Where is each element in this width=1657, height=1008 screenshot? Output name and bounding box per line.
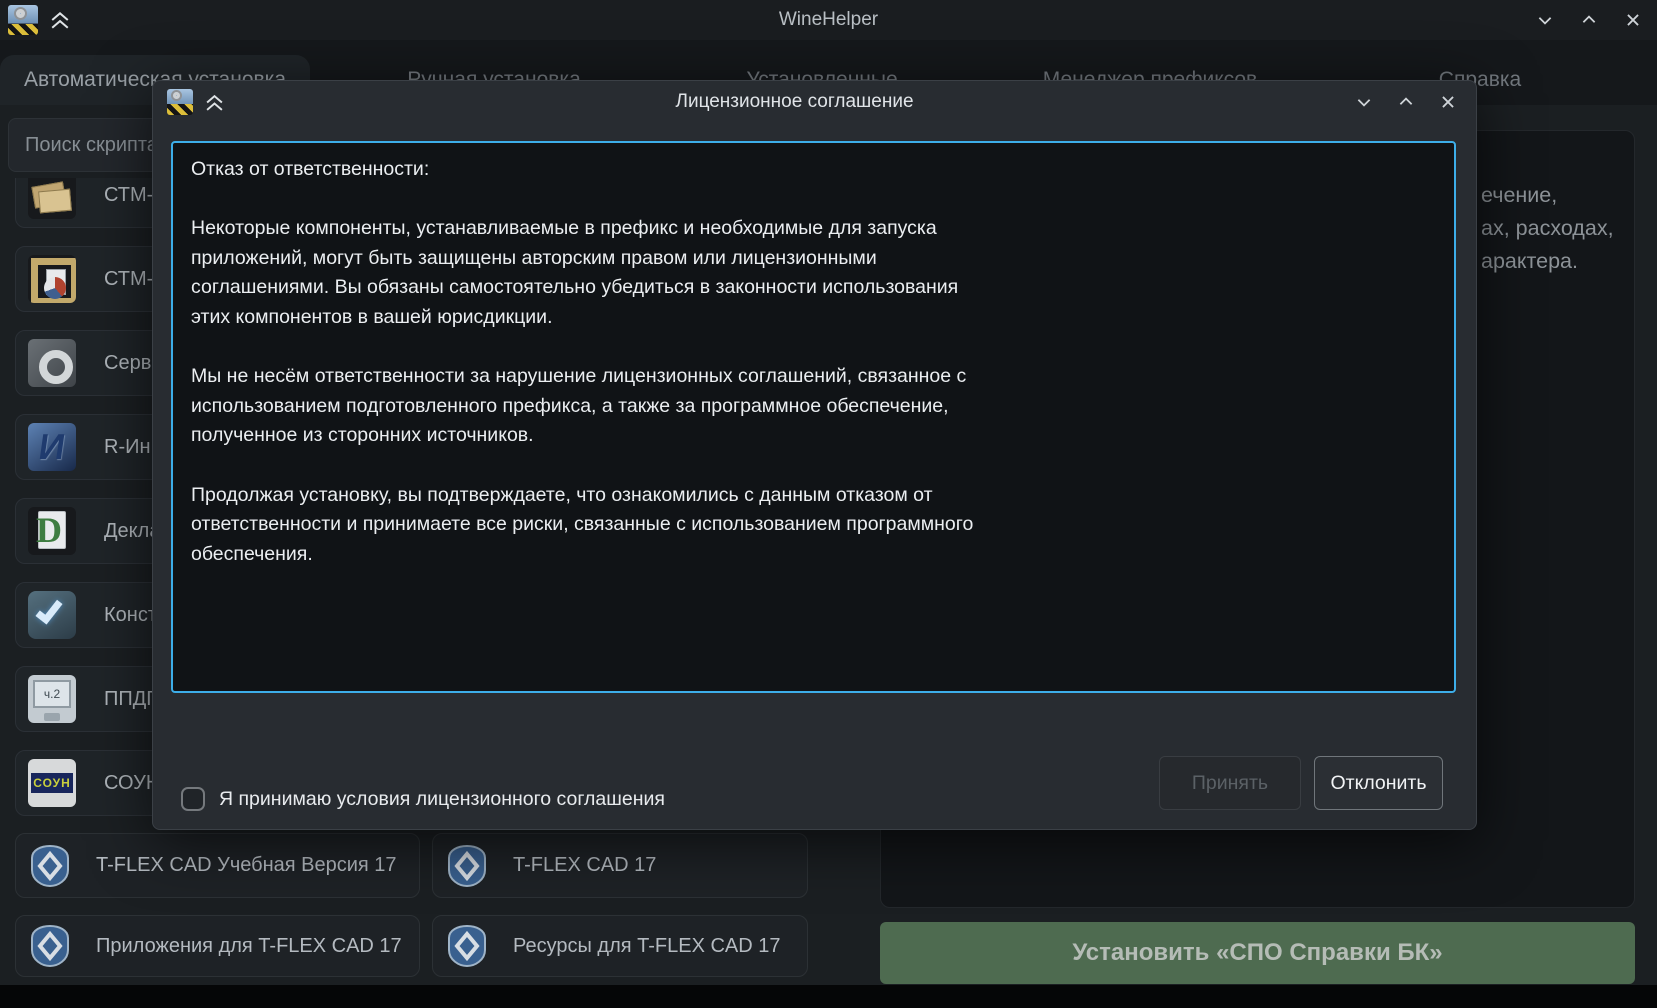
winehelper-app-icon (167, 89, 193, 115)
card-tflex-resources[interactable]: Ресурсы для T-FLEX CAD 17 (432, 915, 808, 977)
accept-button[interactable]: Принять (1159, 756, 1301, 810)
minimize-button[interactable] (1346, 86, 1382, 118)
license-text: Отказ от ответственности: Некоторые комп… (191, 155, 1436, 569)
decline-button[interactable]: Отклонить (1314, 756, 1443, 810)
tflex-shield-icon (28, 924, 72, 968)
description-text-line: арактера. (1481, 249, 1578, 274)
dialog-window-controls (1346, 81, 1466, 123)
license-text-area[interactable]: Отказ от ответственности: Некоторые комп… (171, 141, 1456, 693)
card-tflex-apps[interactable]: Приложения для T-FLEX CAD 17 (15, 915, 420, 977)
main-titlebar: WineHelper (0, 0, 1657, 40)
accept-terms-row: Я принимаю условия лицензионного соглаше… (181, 787, 665, 811)
folders-icon (28, 178, 76, 219)
window-title: WineHelper (0, 9, 1657, 31)
document-icon: D (28, 507, 76, 555)
ring-icon (28, 339, 76, 387)
gear-icon (173, 92, 180, 99)
description-text-line: ечение, (1481, 183, 1557, 208)
minimize-button[interactable] (1527, 4, 1563, 36)
license-agreement-dialog: Лицензионное соглашение Отказ от ответст… (152, 80, 1477, 830)
install-spo-spravki-bk-button[interactable]: Установить «СПО Справки БК» (880, 922, 1635, 984)
tflex-shield-icon (28, 844, 72, 888)
window-controls (1527, 0, 1651, 40)
soun-logo-icon: СОУН (28, 759, 76, 807)
close-button[interactable] (1615, 4, 1651, 36)
accept-terms-label: Я принимаю условия лицензионного соглаше… (219, 788, 665, 811)
desktop: WineHelper Автоматическая установка Ручн… (0, 0, 1657, 1008)
description-text-line: ах, расходах, (1481, 216, 1614, 241)
crt-monitor-icon: ч.2 (28, 675, 76, 723)
maximize-button[interactable] (1571, 4, 1607, 36)
maximize-button[interactable] (1388, 86, 1424, 118)
picture-frame-chart-icon (28, 255, 76, 303)
tflex-shield-icon (445, 924, 489, 968)
card-tflex-cad17[interactable]: T-FLEX CAD 17 (432, 833, 808, 898)
letter-icon: И (28, 423, 76, 471)
card-tflex-edu[interactable]: T-FLEX CAD Учебная Версия 17 (15, 833, 420, 898)
keep-above-icon[interactable] (205, 94, 224, 111)
check-monitor-icon (28, 591, 76, 639)
accept-terms-checkbox[interactable] (181, 787, 205, 811)
tflex-shield-icon (445, 844, 489, 888)
dialog-titlebar: Лицензионное соглашение (153, 81, 1476, 123)
close-button[interactable] (1430, 86, 1466, 118)
dialog-title: Лицензионное соглашение (243, 91, 1346, 113)
